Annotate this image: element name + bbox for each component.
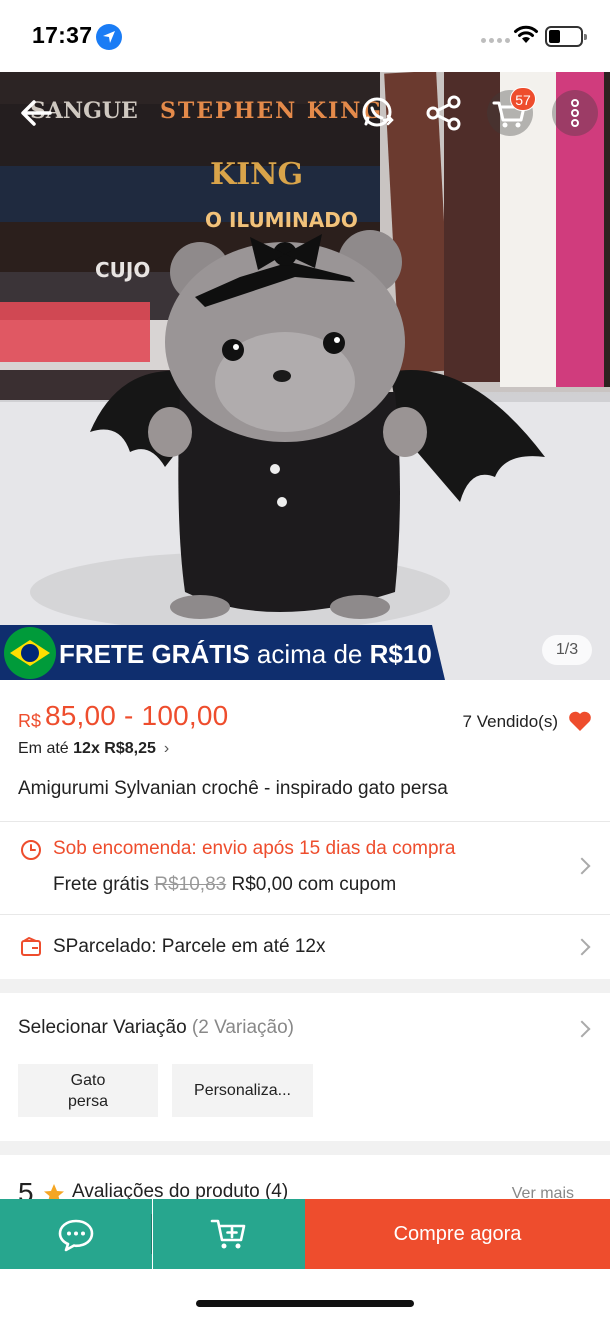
product-photo: STEPHEN KING SANGUE KING O ILUMINADO CUJ… [0,72,610,680]
chevron-right-icon [573,938,591,956]
book-spine-text: STEPHEN KING [160,98,383,124]
book-spine-text: O ILUMINADO [205,208,358,232]
status-time: 17:37 [32,22,93,48]
price-currency: R$ [18,711,42,731]
variation-title[interactable]: Selecionar Variação (2 Variação) [18,1017,294,1039]
section-divider [0,1141,610,1155]
heart-icon[interactable] [568,710,592,732]
free-shipping-text: FRETE GRÁTIS acima de R$10 [59,639,432,670]
variation-option-gato-persa[interactable]: Gato persa [18,1064,158,1117]
share-icon [426,95,461,131]
clock-icon [21,840,41,860]
credit-card-icon [21,937,41,956]
image-counter: 1/3 [542,635,592,665]
cart-count-badge: 57 [510,87,536,111]
add-to-cart-button[interactable] [153,1199,305,1269]
more-options-button[interactable] [552,90,598,136]
share-button[interactable] [421,90,467,136]
variation-label: Selecionar Variação [18,1017,187,1038]
product-image[interactable]: STEPHEN KING SANGUE KING O ILUMINADO CUJ… [0,72,610,680]
chat-button[interactable] [0,1199,152,1269]
whatsapp-icon [362,97,394,127]
section-divider [0,979,610,993]
signal-icon [481,38,510,43]
location-arrow-icon [96,24,122,50]
buy-now-button[interactable]: Compre agora [305,1199,610,1269]
freight-line: Frete grátis R$10,83 R$0,00 com cupom [53,874,396,896]
promo-amount: R$10 [369,639,432,669]
back-button[interactable] [14,90,60,136]
battery-icon [545,26,587,47]
chevron-right-icon [573,857,591,875]
variation-option-label: Personaliza... [194,1082,291,1099]
arrow-left-icon [21,100,52,126]
book-spine-text: CUJO [95,258,150,282]
bottom-action-bar: Compre agora [0,1199,610,1269]
home-indicator[interactable] [196,1300,414,1307]
buy-now-label: Compre agora [393,1222,522,1245]
freight-old-price: R$10,83 [154,874,227,895]
installment-info[interactable]: Em até 12x R$8,25 › [18,740,169,758]
see-more-link[interactable]: Ver mais [512,1185,574,1200]
price-row: R$ 85,00 - 100,00 7 Vendido(s) [18,700,592,734]
price-range: 85,00 - 100,00 [45,700,229,731]
book-spine-text: KING [210,157,303,192]
bar-separator [151,1214,152,1254]
status-bar: 17:37 [0,0,610,72]
reviews-section: 5 Avaliações do produto (4) Ver mais [0,1155,610,1200]
whatsapp-share-button[interactable] [356,90,402,136]
installment-value: 12x R$8,25 [73,740,156,757]
sold-count: 7 Vendido(s) [462,712,558,731]
shipping-info-row[interactable]: Sob encomenda: envio após 15 dias da com… [0,822,610,914]
variation-option-personalizado[interactable]: Personaliza... [172,1064,313,1117]
variation-option-label: Gato persa [67,1071,109,1110]
made-to-order-notice: Sob encomenda: envio após 15 dias da com… [53,838,456,859]
rating-value: 5 [18,1177,34,1200]
chevron-right-icon[interactable] [573,1020,591,1038]
chat-icon [58,1219,94,1252]
freight-label: Frete grátis [53,874,150,895]
more-vertical-icon [571,99,579,127]
promo-rest: acima de [249,639,370,669]
installment-plan-row[interactable]: SParcelado: Parcele em até 12x [0,915,610,979]
promo-bold: FRETE GRÁTIS [59,639,250,669]
chevron-right-icon: › [163,740,170,757]
variation-count: (2 Variação) [191,1017,295,1038]
brazil-flag-icon [4,627,56,679]
product-title: Amigurumi Sylvanian crochê - inspirado g… [18,778,448,799]
installment-plan-text: SParcelado: Parcele em até 12x [53,936,326,957]
installment-prefix: Em até [18,740,74,757]
reviews-label: Avaliações do produto (4) [72,1181,289,1200]
wifi-icon [514,25,538,43]
star-icon [44,1184,64,1200]
variation-section: Selecionar Variação (2 Variação) Gato pe… [0,993,610,1141]
freight-new-price: R$0,00 com cupom [231,874,397,895]
add-to-cart-icon [210,1219,246,1249]
